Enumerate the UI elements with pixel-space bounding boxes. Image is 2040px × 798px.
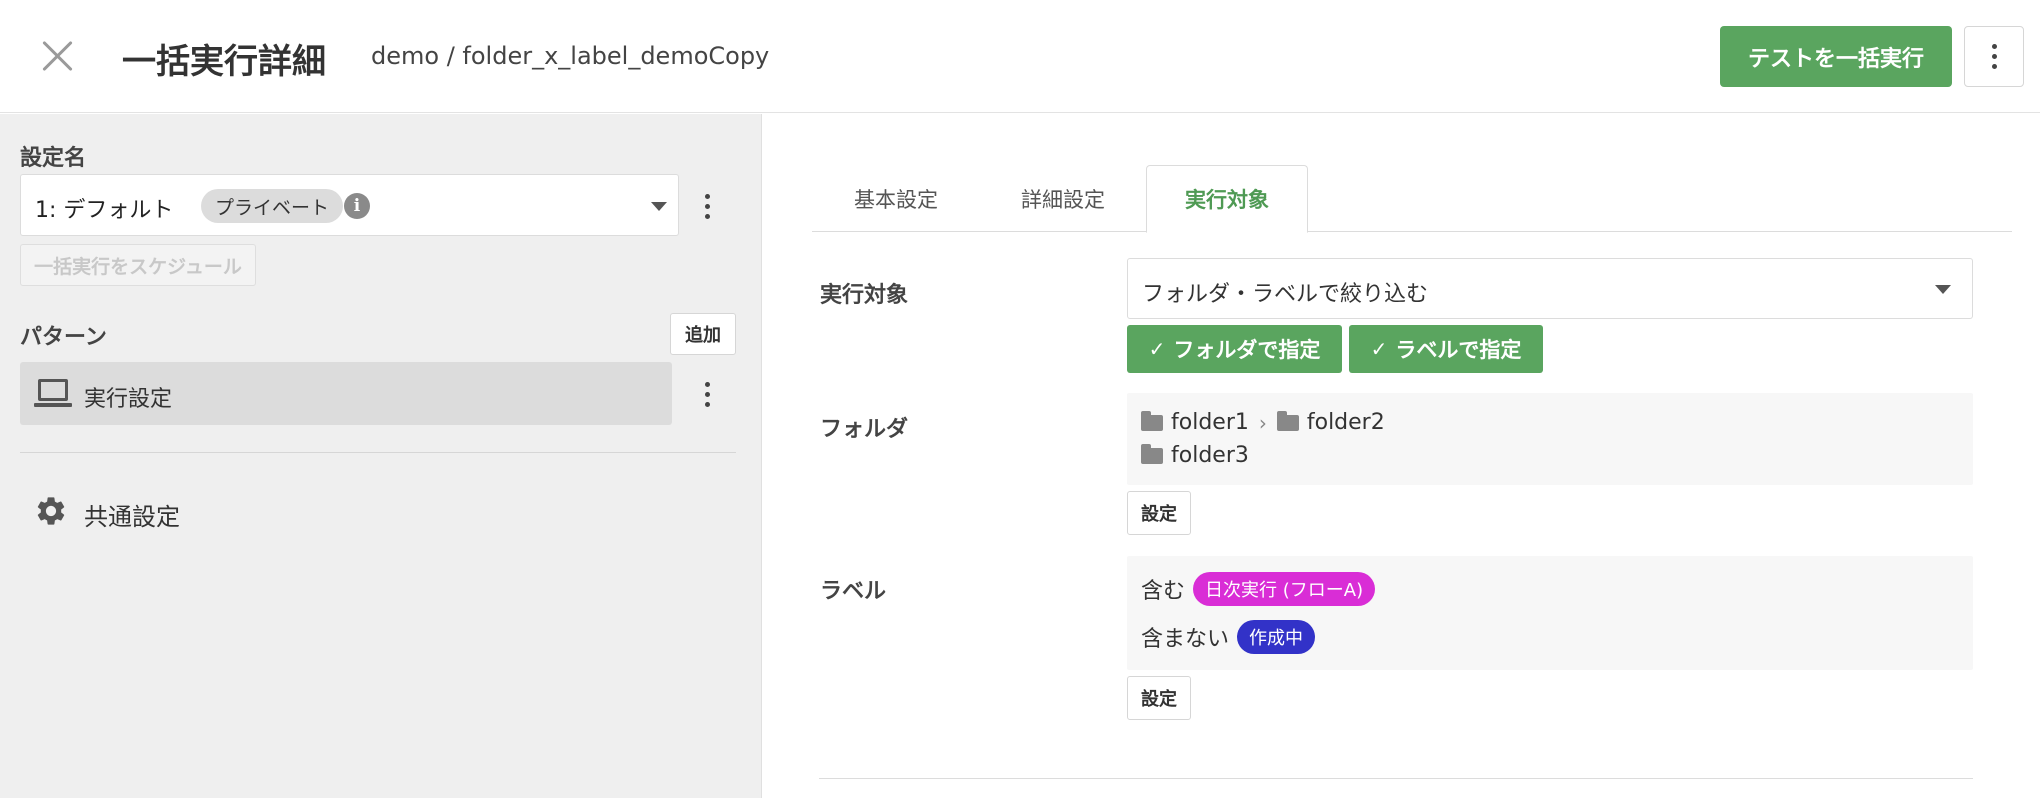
schedule-button[interactable]: 一括実行をスケジュール: [20, 244, 256, 286]
folder-icon: [1141, 443, 1163, 464]
laptop-icon: [34, 379, 72, 409]
by-folder-label: フォルダで指定: [1173, 338, 1321, 362]
folder-name: folder1: [1171, 410, 1249, 435]
tab-execution-target[interactable]: 実行対象: [1146, 165, 1308, 233]
include-text: 含む: [1141, 579, 1186, 604]
folder-name: folder3: [1171, 443, 1249, 468]
label-set-button[interactable]: 設定: [1127, 676, 1191, 720]
tab-detail-settings[interactable]: 詳細設定: [980, 165, 1146, 232]
pattern-item-label: 実行設定: [84, 387, 173, 412]
include-line: 含む 日次実行 (フローA): [1141, 572, 1376, 606]
folder-icon: [1141, 410, 1163, 431]
folder-label: フォルダ: [820, 417, 909, 442]
close-icon[interactable]: [36, 34, 80, 78]
pattern-more-button[interactable]: [692, 374, 722, 414]
private-badge: プライベート: [201, 189, 344, 223]
breadcrumb: demo / folder_x_label_demoCopy: [371, 42, 770, 70]
folder-set-button[interactable]: 設定: [1127, 491, 1191, 535]
setting-name-label: 設定名: [20, 146, 87, 171]
include-tag: 日次実行 (フローA): [1193, 572, 1376, 606]
exclude-line: 含まない 作成中: [1141, 620, 1316, 654]
exclude-text: 含まない: [1141, 627, 1230, 652]
chevron-right-icon: ›: [1258, 410, 1267, 435]
target-select-value: フォルダ・ラベルで絞り込む: [1142, 282, 1429, 307]
add-pattern-button[interactable]: 追加: [670, 313, 736, 355]
by-folder-button[interactable]: ✓ フォルダで指定: [1127, 325, 1342, 373]
label-label: ラベル: [820, 579, 887, 604]
pattern-label: パターン: [20, 325, 107, 350]
run-all-tests-button[interactable]: テストを一括実行: [1720, 26, 1952, 87]
exclude-tag: 作成中: [1237, 620, 1316, 654]
sidebar-divider: [20, 452, 736, 453]
header-more-button[interactable]: [1964, 26, 2024, 87]
folder-name: folder2: [1306, 410, 1385, 435]
folder-icon: [1276, 410, 1299, 431]
chevron-down-icon: [1935, 285, 1951, 294]
pattern-item[interactable]: 実行設定: [20, 362, 672, 425]
page-title: 一括実行詳細: [122, 42, 326, 82]
more-vertical-icon: [704, 193, 710, 219]
folder-panel: folder1 › folder2 folder3: [1127, 393, 1973, 485]
label-panel: 含む 日次実行 (フローA) 含まない 作成中: [1127, 556, 1973, 670]
folder-path: folder1 › folder2: [1141, 410, 1385, 435]
folder-path: folder3: [1141, 443, 1249, 468]
common-settings-link[interactable]: 共通設定: [84, 497, 180, 532]
info-icon[interactable]: i: [344, 193, 370, 219]
check-icon: ✓: [1148, 337, 1166, 361]
more-vertical-icon: [1991, 44, 1997, 69]
target-select[interactable]: フォルダ・ラベルで絞り込む: [1127, 258, 1973, 319]
content-divider: [819, 778, 1973, 779]
chevron-down-icon: [651, 202, 667, 211]
tab-basic-settings[interactable]: 基本設定: [812, 165, 980, 232]
check-icon: ✓: [1370, 337, 1388, 361]
setting-select[interactable]: 1: デフォルト プライベート i: [20, 174, 679, 236]
setting-select-value: 1: デフォルト: [35, 198, 174, 223]
by-label-button[interactable]: ✓ ラベルで指定: [1349, 325, 1543, 373]
gear-icon[interactable]: [34, 494, 68, 528]
target-label: 実行対象: [820, 283, 909, 308]
header: 一括実行詳細 demo / folder_x_label_demoCopy テス…: [0, 0, 2040, 113]
by-label-label: ラベルで指定: [1395, 338, 1522, 362]
setting-more-button[interactable]: [692, 186, 722, 226]
tab-bar: 基本設定 詳細設定 実行対象: [812, 165, 2012, 233]
more-vertical-icon: [704, 381, 710, 407]
